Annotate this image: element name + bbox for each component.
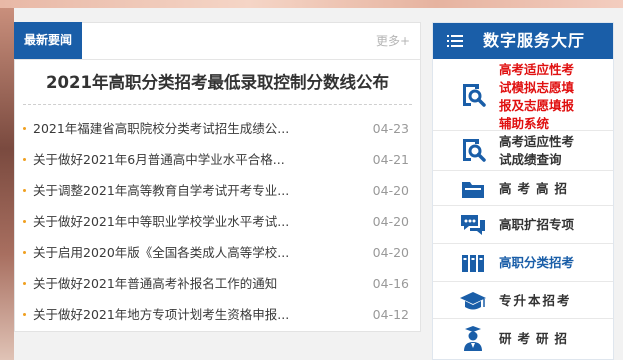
divider (23, 104, 412, 105)
headline-link[interactable]: 2021年高职分类招考最低录取控制分数线公布 (15, 70, 420, 96)
list-item[interactable]: 关于调整2021年高等教育自学考试开考专业... 04-20 (15, 175, 420, 206)
news-date: 04-20 (372, 214, 409, 229)
service-label: 研考研招 (499, 331, 574, 346)
service-label: 高考适应性考试成绩查询 (499, 134, 575, 167)
more-link[interactable]: 更多+ (376, 23, 410, 59)
service-label: 专升本招考 (499, 293, 572, 308)
service-label: 高考适应性考试模拟志愿填报及志愿填报辅助系统 (499, 62, 575, 131)
news-date: 04-20 (372, 183, 409, 198)
list-item[interactable]: 关于启用2020年版《全国各类成人高等学校... 04-20 (15, 237, 420, 268)
list-item[interactable]: 关于做好2021年普通高考补报名工作的通知 04-16 (15, 268, 420, 299)
graduate-icon (464, 326, 482, 351)
digital-services-title: 数字服务大厅 (483, 31, 586, 50)
news-title[interactable]: 2021年福建省高职院校分类考试招生成绩公... (33, 113, 333, 144)
chat-icon (461, 215, 485, 235)
list-item[interactable]: 关于做好2021年中等职业学校学业水平考试... 04-20 (15, 206, 420, 237)
service-item-score-query[interactable]: 高考适应性考试成绩查询 (433, 131, 613, 171)
service-label: 高职扩招专项 (499, 217, 575, 232)
news-title[interactable]: 关于启用2020年版《全国各类成人高等学校... (33, 237, 333, 268)
bullet-icon (23, 313, 26, 316)
bullet-icon (23, 158, 26, 161)
list-icon (447, 35, 463, 47)
books-icon (462, 255, 484, 272)
service-label: 高考高招 (499, 181, 574, 196)
bullet-icon (23, 251, 26, 254)
list-item[interactable]: 关于做好2021年6月普通高中学业水平合格... 04-21 (15, 144, 420, 175)
folder-icon (462, 182, 484, 198)
service-item-gaokao[interactable]: 高考高招 (433, 171, 613, 206)
news-date: 04-16 (372, 276, 409, 291)
top-banner-image (0, 0, 623, 8)
service-item-expansion[interactable]: 高职扩招专项 (433, 206, 613, 244)
service-item-classification[interactable]: 高职分类招考 (433, 244, 613, 282)
news-panel-header: 最新要闻 更多+ (14, 22, 420, 60)
news-date: 04-21 (372, 152, 409, 167)
list-item[interactable]: 关于做好2021年地方专项计划考生资格申报... 04-12 (15, 299, 420, 330)
news-title[interactable]: 关于调整2021年高等教育自学考试开考专业... (33, 175, 333, 206)
service-label: 高职分类招考 (499, 255, 575, 270)
tab-latest-news[interactable]: 最新要闻 (14, 22, 83, 59)
news-title[interactable]: 关于做好2021年地方专项计划考生资格申报... (33, 299, 333, 330)
news-list: 2021年福建省高职院校分类考试招生成绩公... 04-23 关于做好2021年6… (15, 113, 420, 330)
digital-services-header: 数字服务大厅 (433, 23, 613, 59)
service-item-postgraduate[interactable]: 研考研招 (433, 319, 613, 359)
news-panel: 最新要闻 更多+ 2021年高职分类招考最低录取控制分数线公布 2021年福建省… (14, 22, 421, 332)
bullet-icon (23, 189, 26, 192)
news-title[interactable]: 关于做好2021年普通高考补报名工作的通知 (33, 268, 333, 299)
search-doc-icon (463, 84, 486, 107)
news-date: 04-23 (372, 121, 409, 136)
bullet-icon (23, 282, 26, 285)
news-title[interactable]: 关于做好2021年6月普通高中学业水平合格... (33, 144, 333, 175)
digital-services-panel: 数字服务大厅 高考适应性考试模拟志愿填报及志愿填报辅助系统 高考适应性考试成绩查… (432, 22, 614, 360)
news-title[interactable]: 关于做好2021年中等职业学校学业水平考试... (33, 206, 333, 237)
bullet-icon (23, 220, 26, 223)
bullet-icon (23, 127, 26, 130)
graduation-cap-icon (460, 292, 486, 310)
news-date: 04-20 (372, 245, 409, 260)
search-doc-icon (463, 139, 486, 162)
service-item-upgrade[interactable]: 专升本招考 (433, 282, 613, 319)
news-date: 04-12 (372, 307, 409, 322)
left-banner-image (0, 8, 14, 360)
list-item[interactable]: 2021年福建省高职院校分类考试招生成绩公... 04-23 (15, 113, 420, 144)
service-item-volunteer-system[interactable]: 高考适应性考试模拟志愿填报及志愿填报辅助系统 (433, 59, 613, 131)
